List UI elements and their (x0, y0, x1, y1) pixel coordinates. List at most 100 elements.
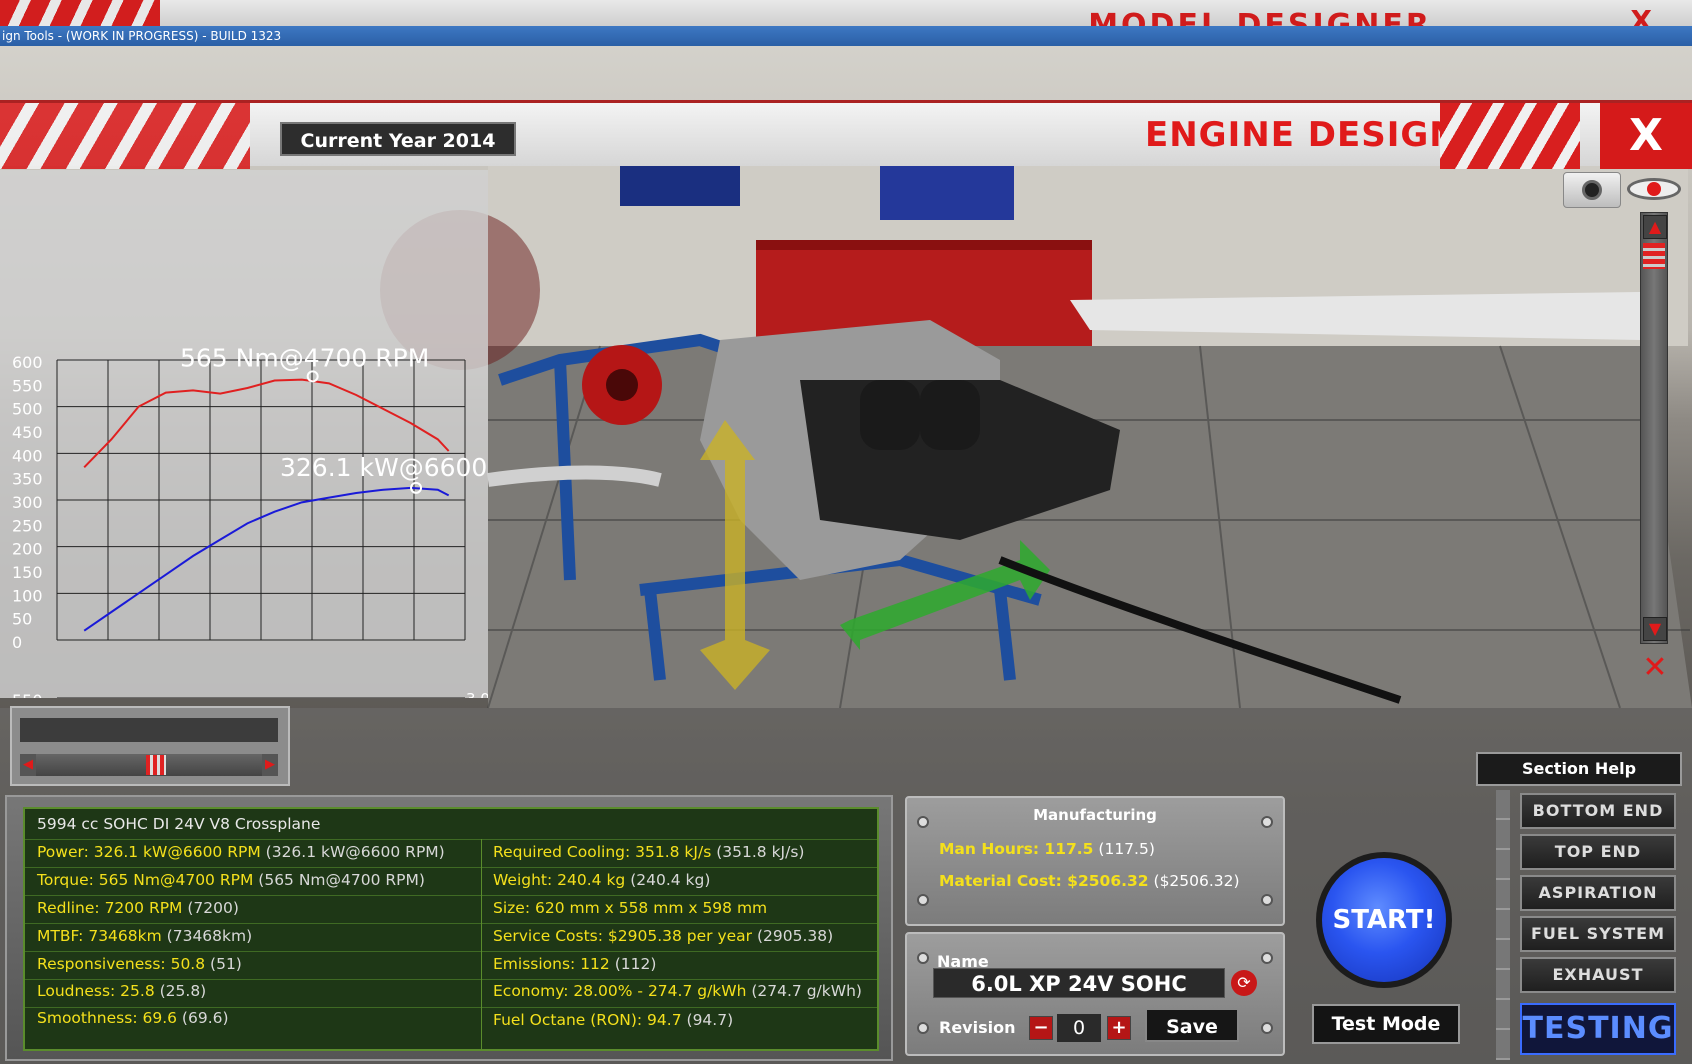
y-tick-label: 350 (12, 470, 43, 489)
engine-name-field[interactable]: 6.0L XP 24V SOHC (933, 968, 1225, 998)
chevron-up-icon[interactable]: ▲ (1643, 215, 1667, 239)
view-scrollbar[interactable]: ▲ ▼ (1640, 212, 1668, 644)
row-divider (25, 895, 877, 896)
slider-right-arrow-icon[interactable]: ▶ (262, 754, 278, 776)
header-stripes-right (1440, 103, 1580, 169)
page-title: ENGINE DESIGN (1145, 115, 1459, 155)
bolt-decoration (917, 894, 929, 906)
y-tick-label: 550 (12, 691, 43, 698)
bolt-decoration (1261, 894, 1273, 906)
y-tick-label: 100 (12, 586, 43, 605)
tab-top-end[interactable]: TOP END (1520, 834, 1676, 870)
performance-chart: 600550500450400350300250200150100500565 … (12, 343, 488, 698)
background-menu-strip: MODEL DESIGNER X (0, 0, 1692, 37)
window-title: ign Tools - (WORK IN PROGRESS) - BUILD 1… (0, 26, 1692, 46)
camera-icon (1582, 180, 1602, 200)
performance-graphs: 600 550 500 450 400 350 300 250 200 150 100 50 0 565 … (0, 170, 488, 698)
slider-handle[interactable] (146, 755, 166, 775)
material-cost: Material Cost: $2506.32 ($2506.32) (939, 872, 1240, 890)
tab-fuel-system[interactable]: FUEL SYSTEM (1520, 916, 1676, 952)
engine-description: 5994 cc SOHC DI 24V V8 Crossplane (37, 815, 321, 833)
engine-design-header: Current Year 2014 ENGINE DESIGN X (0, 100, 1692, 169)
y-tick-label: 550 (12, 376, 43, 395)
start-button[interactable]: START! (1322, 858, 1446, 982)
tab-bottom-end[interactable]: BOTTOM END (1520, 793, 1676, 829)
tab-aspiration[interactable]: ASPIRATION (1520, 875, 1676, 911)
refresh-name-icon[interactable]: ⟳ (1231, 970, 1257, 996)
y-tick-label: 600 (12, 353, 43, 372)
y-tick-label: 0 (12, 633, 22, 652)
column-divider (481, 839, 482, 1049)
row-divider (25, 867, 877, 868)
stat-loudness: Loudness: 25.8 (25.8) (37, 982, 207, 1000)
stat-fuel-octane: Fuel Octane (RON): 94.7 (94.7) (493, 1011, 734, 1029)
decorative-stripes (0, 0, 160, 26)
stat-responsiveness: Responsiveness: 50.8 (51) (37, 955, 242, 973)
series-line (83, 486, 450, 632)
revision-increment-button[interactable]: + (1107, 1016, 1131, 1040)
bolt-decoration (917, 952, 929, 964)
chevron-down-icon[interactable]: ▼ (1643, 617, 1667, 641)
peak-annotation: 326.1 kW@6600 RPM (280, 453, 488, 482)
row-divider (25, 979, 877, 980)
stat-economy: Economy: 28.00% - 274.7 g/kWh (274.7 g/k… (493, 982, 862, 1000)
y-tick-label: 250 (12, 516, 43, 535)
scroll-thumb[interactable] (1643, 243, 1665, 269)
slider-readout (20, 718, 278, 742)
header-stripes-left (0, 103, 250, 169)
stat-redline: Redline: 7200 RPM (7200) (37, 899, 239, 917)
model-designer-title: MODEL DESIGNER (1088, 8, 1432, 26)
stats-panel-frame: 5994 cc SOHC DI 24V V8 Crossplane Power:… (5, 795, 893, 1061)
y-tick-label: 450 (12, 423, 43, 442)
bolt-decoration (1261, 952, 1273, 964)
screenshot-button[interactable] (1563, 172, 1621, 208)
manufacturing-title: Manufacturing (1033, 806, 1157, 824)
save-button[interactable]: Save (1145, 1008, 1239, 1042)
y-tick-label: 50 (12, 610, 32, 629)
stat-mtbf: MTBF: 73468km (73468km) (37, 927, 253, 945)
revision-decrement-button[interactable]: − (1029, 1016, 1053, 1040)
y2-tick-label: 3.0 (466, 690, 488, 698)
reset-view-icon[interactable]: ✕ (1630, 650, 1680, 686)
stat-weight: Weight: 240.4 kg (240.4 kg) (493, 871, 711, 889)
stat-power: Power: 326.1 kW@6600 RPM (326.1 kW@6600 … (37, 843, 445, 861)
current-year-display: Current Year 2014 (280, 122, 516, 156)
row-divider (25, 923, 877, 924)
peak-annotation: 565 Nm@4700 RPM (180, 343, 429, 372)
revision-label: Revision (939, 1018, 1016, 1037)
revision-value: 0 (1057, 1014, 1101, 1042)
y-tick-label: 200 (12, 540, 43, 559)
view-toggle-button[interactable] (1625, 172, 1685, 206)
close-button[interactable]: X (1600, 103, 1692, 169)
test-mode-button[interactable]: Test Mode (1312, 1004, 1460, 1044)
stat-required-cooling: Required Cooling: 351.8 kJ/s (351.8 kJ/s… (493, 843, 805, 861)
row-divider (25, 951, 877, 952)
stat-smoothness: Smoothness: 69.6 (69.6) (37, 1009, 229, 1027)
bolt-decoration (917, 1022, 929, 1034)
manufacturing-panel: Manufacturing Man Hours: 117.5 (117.5) M… (905, 796, 1285, 926)
tab-rail (1496, 790, 1510, 1060)
bolt-decoration (1261, 1022, 1273, 1034)
peak-marker (306, 370, 319, 383)
name-panel: Name 6.0L XP 24V SOHC ⟳ Revision − 0 + S… (905, 932, 1285, 1056)
engine-stats-panel: 5994 cc SOHC DI 24V V8 Crossplane Power:… (23, 807, 879, 1051)
slider-left-arrow-icon[interactable]: ◀ (20, 754, 36, 776)
rpm-slider[interactable]: ◀ ▶ (20, 754, 278, 776)
y-tick-label: 150 (12, 563, 43, 582)
stat-torque: Torque: 565 Nm@4700 RPM (565 Nm@4700 RPM… (37, 871, 425, 889)
section-help-button[interactable]: Section Help (1476, 752, 1682, 786)
y-tick-label: 300 (12, 493, 43, 512)
stat-service-costs: Service Costs: $2905.38 per year (2905.3… (493, 927, 834, 945)
y-tick-label: 500 (12, 400, 43, 419)
tab-exhaust[interactable]: EXHAUST (1520, 957, 1676, 993)
row-divider (25, 1007, 877, 1008)
man-hours: Man Hours: 117.5 (117.5) (939, 840, 1155, 858)
stat-size: Size: 620 mm x 558 mm x 598 mm (493, 899, 768, 917)
tab-testing[interactable]: TESTING (1520, 1003, 1676, 1055)
row-divider (25, 839, 877, 840)
y-tick-label: 400 (12, 446, 43, 465)
rpm-slider-panel: ◀ ▶ (10, 706, 290, 786)
stat-emissions: Emissions: 112 (112) (493, 955, 657, 973)
brand-logo-background (420, 62, 1280, 104)
eye-pupil (1647, 182, 1661, 196)
